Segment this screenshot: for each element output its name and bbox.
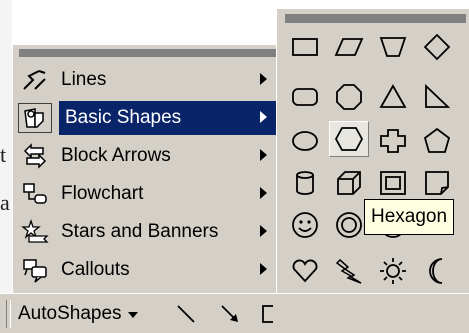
lightning-bolt-shape[interactable] (329, 253, 369, 289)
trapezoid-shape[interactable] (373, 29, 413, 65)
octagon-icon (336, 84, 362, 110)
folded-corner-shape[interactable] (417, 165, 457, 201)
cross-icon (380, 129, 406, 153)
toolbar-grip[interactable] (6, 300, 11, 328)
diamond-icon (423, 33, 451, 61)
rectangle-tool-button[interactable] (256, 300, 276, 328)
submenu-arrow-icon (260, 149, 267, 161)
right-triangle-shape[interactable] (417, 79, 457, 115)
document-text-fragment: t (0, 142, 7, 167)
stars-banners-icon (19, 218, 51, 246)
menu-item-lines[interactable]: Lines (17, 63, 279, 97)
trapezoid-icon (379, 37, 407, 57)
palette-drag-handle[interactable] (285, 14, 466, 23)
menu-item-block-arrows[interactable]: Block Arrows (17, 139, 279, 173)
menu-item-stars-banners[interactable]: Stars and Banners (17, 215, 279, 249)
autoshapes-button[interactable]: AutoShapes (18, 298, 138, 330)
rectangle-tool-icon (262, 305, 273, 323)
drawing-toolbar: AutoShapes (0, 293, 469, 333)
submenu-arrow-icon (260, 111, 267, 123)
smiley-face-shape[interactable] (285, 207, 325, 243)
triangle-shape[interactable] (373, 79, 413, 115)
basic-shapes-icon (18, 103, 52, 133)
arrow-tool-button[interactable] (216, 300, 244, 328)
submenu-arrow-icon (260, 263, 267, 275)
hexagon-tooltip: Hexagon (364, 199, 455, 235)
basic-shapes-palette (276, 8, 469, 332)
donut-shape[interactable] (329, 207, 369, 243)
autoshapes-menu: Lines Basic Shapes Block Arrows Flowchar… (12, 44, 280, 294)
hexagon-shape[interactable] (329, 121, 369, 157)
sun-shape[interactable] (373, 253, 413, 289)
line-tool-button[interactable] (172, 300, 200, 328)
smiley-face-icon (292, 212, 318, 238)
pentagon-icon (423, 127, 451, 153)
can-icon (296, 171, 314, 195)
folded-corner-icon (425, 171, 449, 195)
oval-shape[interactable] (285, 123, 325, 159)
octagon-shape[interactable] (329, 79, 369, 115)
submenu-arrow-icon (260, 225, 267, 237)
line-icon (177, 305, 195, 323)
parallelogram-shape[interactable] (329, 29, 369, 65)
block-arrows-icon (19, 142, 51, 170)
bevel-shape[interactable] (373, 165, 413, 201)
bevel-icon (380, 171, 406, 195)
document-text-fragment: a (0, 190, 10, 215)
menu-item-basic-shapes[interactable]: Basic Shapes (17, 101, 279, 135)
cube-shape[interactable] (329, 165, 369, 201)
rectangle-shape[interactable] (285, 29, 325, 65)
cube-icon (337, 171, 361, 195)
dropdown-arrow-icon (127, 312, 138, 318)
menu-item-highlight: Basic Shapes (59, 101, 279, 135)
isosceles-triangle-icon (379, 84, 407, 108)
submenu-arrow-icon (260, 73, 267, 85)
moon-icon (429, 258, 443, 284)
menu-item-label: Callouts (61, 259, 130, 280)
menu-item-label: Flowchart (61, 183, 144, 204)
sun-icon (380, 258, 406, 284)
menu-item-label: Basic Shapes (65, 107, 182, 128)
donut-icon (336, 212, 362, 238)
flowchart-icon (19, 180, 51, 208)
moon-shape[interactable] (417, 253, 457, 289)
diamond-shape[interactable] (417, 29, 457, 65)
rounded-rectangle-icon (292, 88, 318, 106)
oval-icon (292, 131, 318, 151)
parallelogram-icon (334, 38, 364, 56)
menu-item-label: Stars and Banners (61, 221, 219, 242)
lightning-bolt-icon (335, 258, 362, 284)
menu-item-callouts[interactable]: Callouts (17, 253, 279, 287)
menu-item-label: Block Arrows (61, 145, 171, 166)
autoshapes-label: AutoShapes (18, 303, 122, 324)
menu-item-flowchart[interactable]: Flowchart (17, 177, 279, 211)
can-shape[interactable] (285, 165, 325, 201)
cross-shape[interactable] (373, 123, 413, 159)
lines-icon (19, 66, 51, 94)
rectangle-icon (292, 38, 318, 56)
menu-drag-handle[interactable] (19, 49, 277, 57)
pentagon-shape[interactable] (417, 123, 457, 159)
right-triangle-icon (425, 83, 451, 108)
submenu-arrow-icon (260, 187, 267, 199)
callouts-icon (19, 256, 51, 284)
arrow-icon (221, 305, 238, 322)
rounded-rectangle-shape[interactable] (285, 79, 325, 115)
menu-item-label: Lines (61, 69, 107, 90)
heart-shape[interactable] (285, 253, 325, 289)
hexagon-icon (334, 127, 364, 151)
heart-icon (292, 259, 318, 283)
